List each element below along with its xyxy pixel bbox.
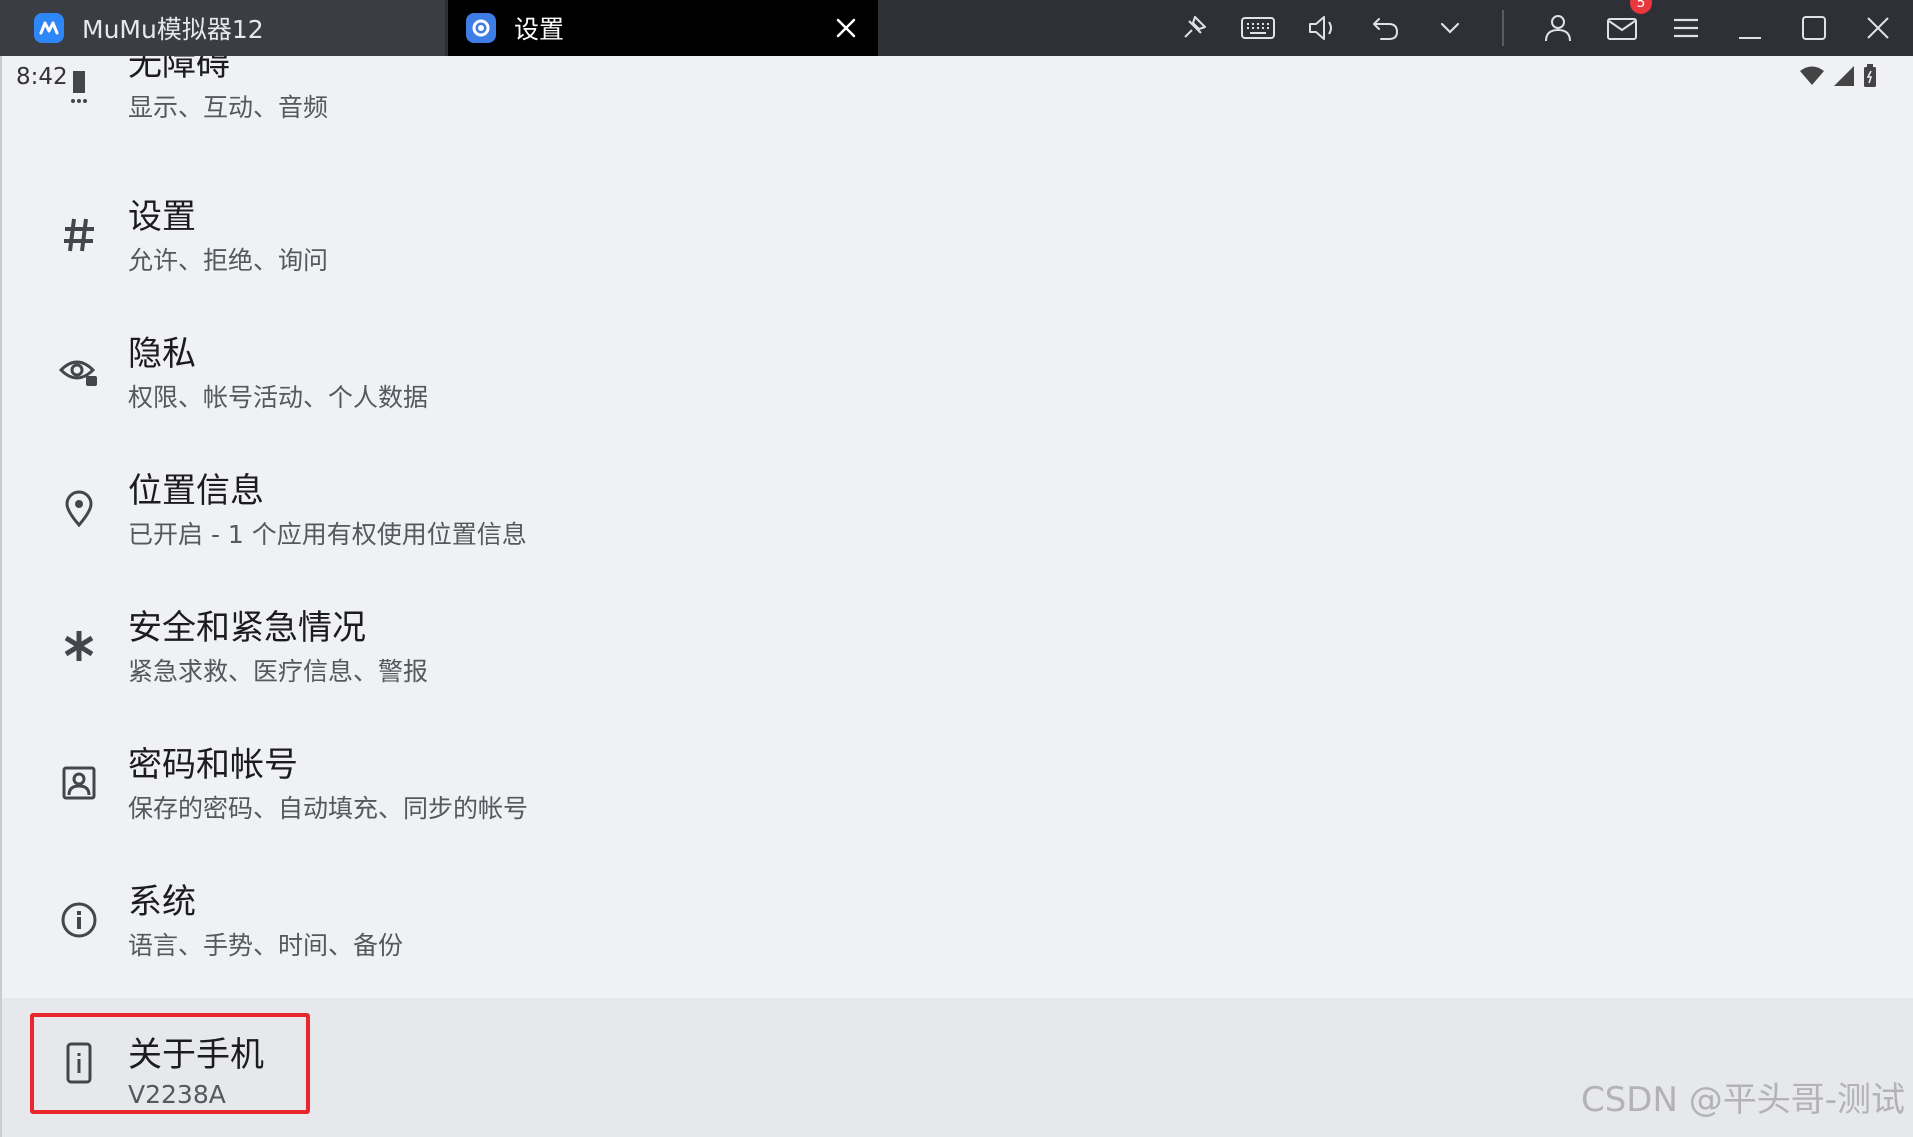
highlight-annotation-box <box>30 1013 310 1114</box>
item-subtitle: 紧急求救、医疗信息、警报 <box>128 657 429 686</box>
tab-settings[interactable]: 设置 <box>448 0 878 56</box>
volume-icon[interactable] <box>1302 8 1342 48</box>
tab-close-icon[interactable] <box>832 14 860 42</box>
window-titlebar: MuMu模拟器12 设置 5 <box>0 0 1913 56</box>
hash-icon <box>56 212 102 258</box>
settings-list: 无障碍 显示、互动、音频 设置 允许、拒绝、询问 隐私 权限、帐号活动、个人数据… <box>0 56 1913 1137</box>
item-subtitle: 已开启 - 1 个应用有权使用位置信息 <box>128 520 527 549</box>
window-left-edge <box>0 56 2 1137</box>
statusbar-icons <box>1799 64 1877 88</box>
mumu-logo-icon <box>34 13 64 43</box>
list-item-system[interactable]: 系统 语言、手势、时间、备份 <box>0 854 1913 990</box>
list-item-privacy[interactable]: 隐私 权限、帐号活动、个人数据 <box>0 306 1913 442</box>
item-title: 安全和紧急情况 <box>128 608 366 648</box>
close-icon[interactable] <box>1858 8 1898 48</box>
list-item-location[interactable]: 位置信息 已开启 - 1 个应用有权使用位置信息 <box>0 443 1913 579</box>
tab-settings-label: 设置 <box>514 15 565 44</box>
minimize-icon[interactable] <box>1730 8 1770 48</box>
watermark: CSDN @平头哥-测试 <box>1580 1080 1905 1120</box>
list-item-permissions[interactable]: 设置 允许、拒绝、询问 <box>0 169 1913 305</box>
location-pin-icon <box>56 486 102 532</box>
maximize-icon[interactable] <box>1794 8 1834 48</box>
tab-mumu[interactable]: MuMu模拟器12 <box>0 0 445 56</box>
pin-icon[interactable] <box>1174 8 1214 48</box>
signal-icon <box>1834 66 1854 86</box>
asterisk-icon <box>56 623 102 669</box>
item-title: 无障碍 <box>128 56 230 84</box>
info-icon <box>56 897 102 943</box>
item-title: 隐私 <box>128 334 196 374</box>
item-subtitle: 权限、帐号活动、个人数据 <box>128 383 429 412</box>
item-title: 系统 <box>128 882 196 922</box>
privacy-eye-icon <box>56 349 102 395</box>
item-subtitle: 保存的密码、自动填充、同步的帐号 <box>128 794 529 823</box>
chevron-down-icon[interactable] <box>1430 8 1470 48</box>
menu-icon[interactable] <box>1666 8 1706 48</box>
wifi-icon <box>1800 66 1824 85</box>
item-subtitle: 语言、手势、时间、备份 <box>128 931 404 960</box>
item-title: 设置 <box>128 197 196 237</box>
list-item-accessibility[interactable]: 无障碍 显示、互动、音频 <box>0 56 1913 168</box>
item-title: 位置信息 <box>128 471 264 511</box>
user-icon[interactable] <box>1538 8 1578 48</box>
toolbar-divider <box>1502 10 1504 46</box>
tab-mumu-label: MuMu模拟器12 <box>82 15 264 44</box>
account-box-icon <box>56 760 102 806</box>
battery-icon <box>1864 64 1876 87</box>
statusbar-time: 8:42 <box>16 64 68 90</box>
item-title: 密码和帐号 <box>128 745 298 785</box>
settings-gear-icon <box>466 13 496 43</box>
keyboard-icon[interactable] <box>1238 8 1278 48</box>
item-subtitle: 显示、互动、音频 <box>128 93 329 122</box>
list-item-passwords[interactable]: 密码和帐号 保存的密码、自动填充、同步的帐号 <box>0 717 1913 853</box>
list-item-safety[interactable]: 安全和紧急情况 紧急求救、医疗信息、警报 <box>0 580 1913 716</box>
item-subtitle: 允许、拒绝、询问 <box>128 246 329 275</box>
mail-icon[interactable] <box>1602 8 1642 48</box>
undo-icon[interactable] <box>1366 8 1406 48</box>
